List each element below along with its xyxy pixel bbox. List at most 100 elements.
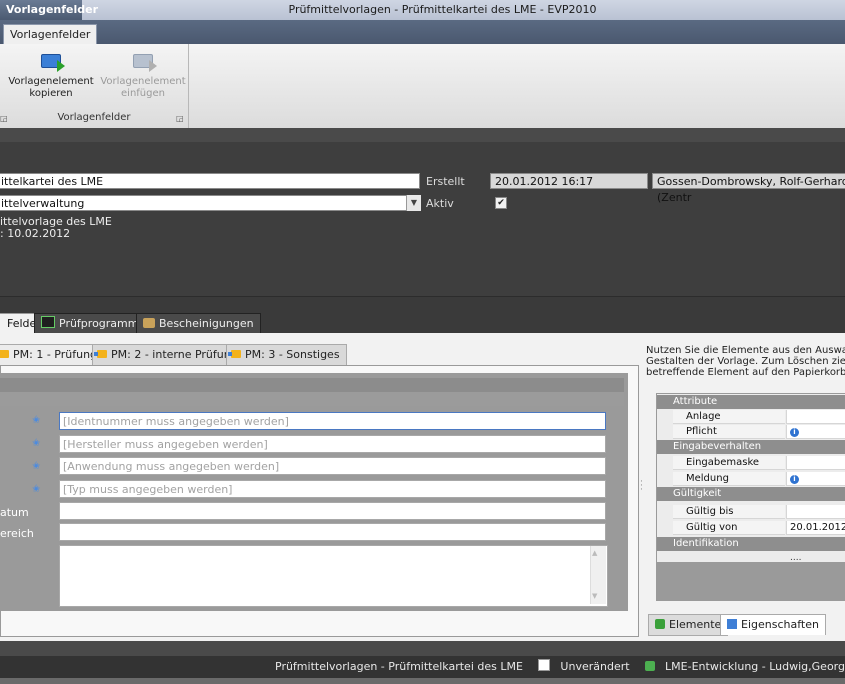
- property-value[interactable]: [786, 410, 845, 424]
- ribbon-tab-vorlagenfelder[interactable]: Vorlagenfelder: [3, 24, 98, 45]
- help-line-3: betreffende Element auf den Papierkorb.: [646, 367, 845, 378]
- paste-button-label-1: Vorlagenelement: [100, 76, 186, 87]
- pm-icon: [94, 350, 107, 358]
- property-value[interactable]: [786, 456, 845, 470]
- window-bottom-edge: [0, 678, 845, 684]
- ribbon-group-label: Vorlagenfelder: [57, 112, 131, 123]
- notes-textarea[interactable]: [59, 545, 608, 607]
- pin-icon[interactable]: ✬: [32, 484, 40, 495]
- elements-icon: [655, 619, 665, 629]
- paste-button-label-2: einfügen: [121, 88, 165, 99]
- field-row-input[interactable]: [59, 523, 606, 541]
- property-value[interactable]: [786, 505, 845, 519]
- tab-elemente-label: Elemente: [669, 618, 722, 631]
- dialog-launcher-prev-icon: ◲: [0, 114, 8, 123]
- category-eingabeverhalten[interactable]: Eingabeverhalten: [657, 440, 845, 454]
- splitter-handle[interactable]: · · ·: [640, 478, 643, 495]
- copy-element-icon: [41, 54, 65, 72]
- pm-icon: [228, 350, 241, 358]
- tab-pm1[interactable]: PM: 1 - Prüfung: [0, 344, 105, 365]
- active-checkbox[interactable]: ✔: [495, 197, 507, 209]
- fields-subheader: [0, 392, 624, 406]
- tab-pm3[interactable]: PM: 3 - Sonstiges: [226, 344, 347, 365]
- property-anlage[interactable]: Anlage: [657, 410, 845, 424]
- chevron-down-icon[interactable]: ▼: [406, 195, 421, 211]
- field-row-label: ereich: [0, 527, 34, 540]
- property-gueltig-von[interactable]: Gültig von 20.01.2012: [657, 521, 845, 535]
- scroll-down-icon[interactable]: ▼: [592, 592, 597, 600]
- copy-template-element-button[interactable]: Vorlagenelement kopieren: [8, 54, 94, 100]
- description-line-2: : 10.02.2012: [0, 227, 71, 240]
- pin-icon[interactable]: ✬: [32, 438, 40, 449]
- property-name: Meldung: [673, 472, 785, 486]
- status-document: Prüfmittelvorlagen - Prüfmittelkartei de…: [275, 660, 523, 673]
- template-description[interactable]: ittelvorlage des LME : 10.02.2012: [0, 216, 425, 276]
- tab-bescheinigungen[interactable]: Bescheinigungen: [136, 313, 261, 333]
- status-environment-item: LME-Entwicklung - Ludwig,Georg: [639, 660, 845, 673]
- help-line-1: Nutzen Sie die Elemente aus den Auswahll…: [646, 345, 845, 356]
- dialog-launcher-icon[interactable]: ◲: [176, 114, 184, 123]
- status-environment: LME-Entwicklung - Ludwig,Georg: [665, 660, 845, 673]
- program-icon: [41, 316, 55, 328]
- grid-more-indicator: ....: [790, 553, 802, 563]
- created-date-field: 20.01.2012 16:17: [490, 173, 648, 189]
- property-value[interactable]: i: [786, 425, 845, 439]
- property-name: Pflicht: [673, 425, 785, 439]
- property-meldung[interactable]: Meldung i: [657, 472, 845, 486]
- info-icon: i: [790, 475, 799, 484]
- help-text: Nutzen Sie die Elemente aus den Auswahll…: [646, 345, 845, 378]
- properties-icon: [727, 619, 737, 629]
- pin-icon[interactable]: ✬: [32, 415, 40, 426]
- property-gueltig-bis[interactable]: Gültig bis: [657, 505, 845, 519]
- header-band: [0, 142, 845, 170]
- status-state-item: Unverändert: [532, 659, 630, 673]
- tab-pm1-label: PM: 1 - Prüfung: [13, 348, 98, 361]
- field-row-input[interactable]: [Typ muss angegeben werden]: [59, 480, 606, 498]
- field-row-input[interactable]: [Identnummer muss angegeben werden]: [59, 412, 606, 430]
- pin-icon[interactable]: ✬: [32, 461, 40, 472]
- category-gueltigkeit[interactable]: Gültigkeit: [657, 487, 845, 501]
- tab-elemente[interactable]: Elemente: [648, 614, 729, 636]
- copy-button-label-2: kopieren: [29, 88, 73, 99]
- category-identifikation[interactable]: Identifikation: [657, 537, 845, 551]
- property-name: Anlage: [673, 410, 785, 424]
- tab-pm3-label: PM: 3 - Sonstiges: [245, 348, 340, 361]
- field-row-input[interactable]: [Hersteller muss angegeben werden]: [59, 435, 606, 453]
- property-pflicht[interactable]: Pflicht i: [657, 425, 845, 439]
- tab-pruefprogramme[interactable]: Prüfprogramme: [34, 313, 153, 333]
- copy-button-label-1: Vorlagenelement: [8, 76, 94, 87]
- ribbon-tab-row: [0, 20, 845, 44]
- info-icon: i: [790, 428, 799, 437]
- field-row-input[interactable]: [Anwendung muss angegeben werden]: [59, 457, 606, 475]
- tab-eigenschaften-label: Eigenschaften: [741, 618, 819, 631]
- property-name: Gültig bis: [673, 505, 785, 519]
- property-description-area: [656, 563, 845, 601]
- created-label: Erstellt: [426, 175, 465, 188]
- scroll-up-icon[interactable]: ▲: [592, 549, 597, 557]
- help-line-2: Gestalten der Vorlage. Zum Löschen ziehe…: [646, 356, 845, 367]
- property-name: Eingabemaske: [673, 456, 785, 470]
- tab-pm2[interactable]: PM: 2 - interne Prüfung: [92, 344, 245, 365]
- template-name-field[interactable]: ittelkartei des LME: [0, 173, 420, 189]
- context-tab-header: Vorlagenfelder: [0, 0, 98, 20]
- template-category-select[interactable]: ittelverwaltung: [0, 195, 420, 211]
- category-attribute[interactable]: Attribute: [657, 395, 845, 409]
- tab-pruefprogramme-label: Prüfprogramme: [59, 317, 146, 330]
- active-label: Aktiv: [426, 197, 454, 210]
- property-value[interactable]: i: [786, 472, 845, 486]
- pm-icon: [0, 350, 9, 358]
- fields-header: [0, 378, 624, 392]
- paste-template-element-button[interactable]: Vorlagenelement einfügen: [100, 54, 186, 100]
- separator-band: [0, 128, 845, 142]
- property-value[interactable]: 20.01.2012: [786, 521, 845, 535]
- field-row-input[interactable]: [59, 502, 606, 520]
- status-state: Unverändert: [560, 660, 630, 673]
- created-user-field: Gossen-Dombrowsky, Rolf-Gerhard (Zentr: [652, 173, 845, 204]
- tab-eigenschaften[interactable]: Eigenschaften: [720, 614, 826, 635]
- window-title: Prüfmittelvorlagen - Prüfmittelkartei de…: [288, 3, 597, 16]
- tab-pm2-label: PM: 2 - interne Prüfung: [111, 348, 238, 361]
- property-name: Gültig von: [673, 521, 785, 535]
- document-icon: [538, 659, 551, 671]
- property-eingabemaske[interactable]: Eingabemaske: [657, 456, 845, 470]
- paste-element-icon: [133, 54, 157, 72]
